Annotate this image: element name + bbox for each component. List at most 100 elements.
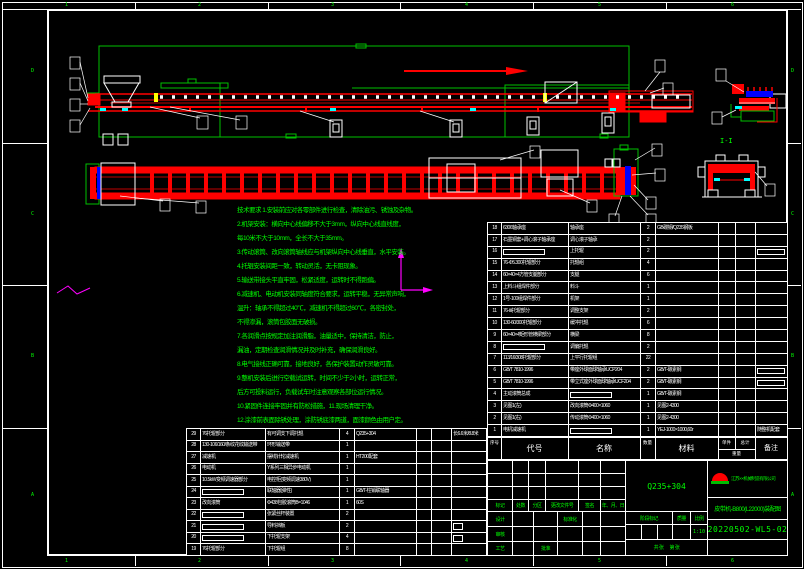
- cell-qty: 2: [340, 521, 354, 532]
- cell-qty: 4: [340, 429, 354, 440]
- cell-code: 130-60/300托辊部分: [502, 318, 568, 329]
- cell-name: [569, 425, 640, 436]
- cell-remark: [756, 342, 787, 353]
- cell-material: GB/T-碳素钢: [656, 366, 718, 377]
- cell-item-no: 27: [187, 452, 200, 463]
- zone-label: B: [31, 353, 34, 359]
- cell-unit-weight: [719, 235, 735, 246]
- cell-total-weight: [432, 475, 451, 486]
- cell-name: 机架: [569, 294, 640, 305]
- cell-unit-weight: [719, 354, 735, 365]
- cell-remark: [452, 498, 486, 509]
- cell-remark: [756, 306, 787, 317]
- cell-item-no: 10: [488, 318, 501, 329]
- zone-label: D: [31, 68, 34, 74]
- cell-name: 支腿: [569, 271, 640, 282]
- cell-name: 料斗: [569, 282, 640, 293]
- cell-code: GB/T 7810-1996: [502, 378, 568, 389]
- header-no: 序号: [488, 440, 501, 445]
- cell-remark: [756, 378, 787, 389]
- cell-remark: [452, 441, 486, 452]
- cell-material: [656, 342, 718, 353]
- cell-material: HT200配套: [355, 452, 416, 463]
- zone-label: D: [791, 68, 794, 74]
- cell-total-weight: [736, 354, 755, 365]
- scale-value: 1:10: [690, 524, 708, 540]
- cell-total-weight: [736, 366, 755, 377]
- cell-unit-weight: [417, 498, 431, 509]
- company-logo: [711, 473, 729, 485]
- cell-item-no: 7: [488, 354, 501, 365]
- cell-code: 130-106/160/条纹花纹输送带: [201, 441, 265, 452]
- cell-material: [656, 235, 718, 246]
- zone-label: 1: [65, 2, 68, 8]
- zone-label: 6: [731, 2, 734, 8]
- cell-remark: 随整机配套: [756, 425, 787, 436]
- cell-remark: [452, 533, 486, 544]
- material-mark: Q235+304: [625, 460, 708, 512]
- cell-material: 60S: [355, 498, 416, 509]
- cell-total-weight: [432, 464, 451, 475]
- cell-total-weight: [432, 452, 451, 463]
- cell-qty: 1: [641, 294, 655, 305]
- cell-name: 环形输送带: [266, 441, 339, 452]
- cell-name: 缓冲托辊: [569, 318, 640, 329]
- cell-name: 带立式座外球面球轴承UCF204: [569, 378, 640, 389]
- cell-unit-weight: [719, 306, 735, 317]
- zone-label: A: [31, 492, 34, 498]
- cell-item-no: 18: [488, 223, 501, 234]
- cell-unit-weight: [719, 401, 735, 412]
- label-weight: 质量: [672, 511, 691, 525]
- cell-material: Q235+304: [355, 429, 416, 440]
- cell-name: [569, 389, 640, 400]
- cell-total-weight: [736, 247, 755, 258]
- header-qty: 数量: [640, 440, 655, 445]
- cell-code: 6306轴承座: [502, 223, 568, 234]
- cell-remark: [756, 235, 787, 246]
- cell-total-weight: [432, 498, 451, 509]
- cell-code: 主动滚筒总成: [502, 389, 568, 400]
- parts-list-right: 18 6306轴承座 轴承座 2 GB碳钢/Q235钢板 17 石墨铜套+调心滚…: [487, 222, 788, 437]
- cell-remark: [756, 366, 787, 377]
- note-line: 8.电气接线正确可靠，接地良好，各保护装置动作灵敏可靠。: [237, 358, 451, 372]
- note-line: 不得渗漏，滚筒包胶面无破损。: [237, 316, 451, 330]
- zone-label: 5: [598, 2, 601, 8]
- company-name: 江苏××机械制造有限公司: [731, 476, 775, 482]
- cell-unit-weight: [719, 366, 735, 377]
- cell-total-weight: [432, 510, 451, 521]
- zone-label: 6: [731, 558, 734, 564]
- cell-qty: 1: [641, 282, 655, 293]
- label-process: 工艺: [487, 541, 513, 556]
- cell-item-no: 1: [488, 425, 501, 436]
- cell-code: 见图1(左): [502, 401, 568, 412]
- cell-qty: 1: [340, 452, 354, 463]
- cell-code: [201, 487, 265, 498]
- cell-qty: 1: [641, 413, 655, 424]
- cell-code: 10.5kW变频调速器部分: [201, 475, 265, 486]
- label-review: 审核: [487, 526, 513, 542]
- zone-label: 1: [65, 558, 68, 564]
- cell-qty: 8: [641, 330, 655, 341]
- label-scale: 比例: [690, 511, 708, 525]
- cell-remark: [756, 354, 787, 365]
- cell-total-weight: [432, 487, 451, 498]
- cell-material: [656, 306, 718, 317]
- cell-remark: [452, 544, 486, 555]
- cell-material: [656, 271, 718, 282]
- cell-unit-weight: [719, 342, 735, 353]
- label-approve: 批准: [533, 541, 558, 556]
- cell-item-no: 29: [187, 429, 200, 440]
- cell-code: 见图1(右): [502, 413, 568, 424]
- note-line: 3.传动滚筒、改向滚筒轴线应与机架纵向中心线垂直，水平安装。: [237, 246, 451, 260]
- cell-remark: [756, 294, 787, 305]
- cell-qty: 4: [641, 259, 655, 270]
- cell-code: [201, 533, 265, 544]
- zone-label: 2: [198, 558, 201, 564]
- cell-qty: 2: [641, 378, 655, 389]
- cell-code: [502, 247, 568, 258]
- cell-remark: [452, 464, 486, 475]
- note-line: 6.减速机、电动机安装同轴度符合要求，运转平稳，无异常声响，: [237, 288, 451, 302]
- cell-name: 下托辊组: [266, 544, 339, 555]
- section-label: I-I: [720, 137, 733, 145]
- cell-material: [355, 533, 416, 544]
